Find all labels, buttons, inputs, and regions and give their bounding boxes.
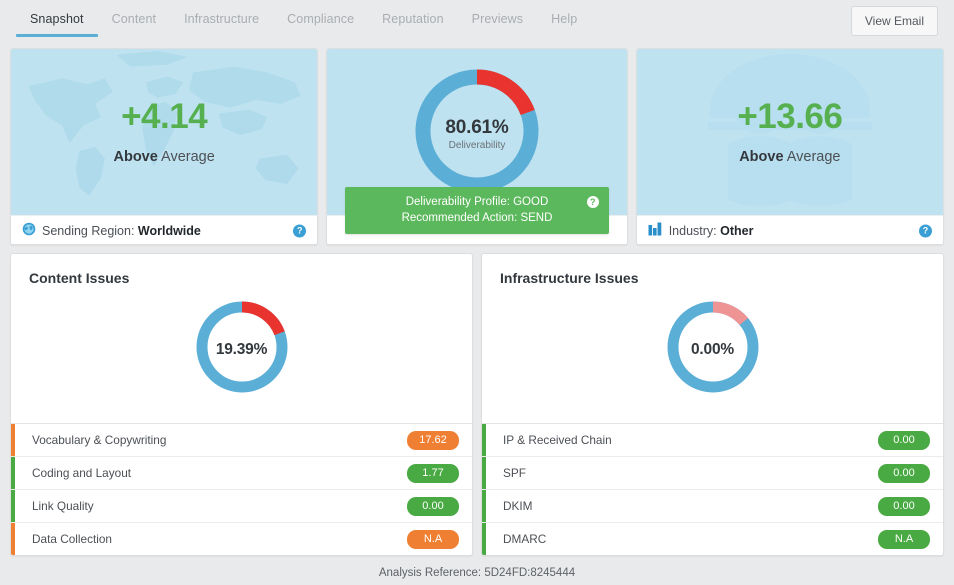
industry-score: +13.66 [737, 97, 843, 136]
donut-wrap: 0.00% [658, 292, 768, 407]
region-score: +4.14 [121, 97, 208, 136]
panel-donut-chart: 19.39% [11, 286, 472, 436]
deliverability-help-icon[interactable]: ? [586, 196, 599, 208]
table-row[interactable]: Vocabulary & Copywriting 17.62 [11, 423, 472, 456]
row-status-edge [11, 490, 15, 522]
region-footer-value: Worldwide [137, 223, 201, 238]
sending-region-card: +4.14 Above Average Sending Region: Worl… [10, 48, 319, 245]
row-label: Link Quality [32, 499, 94, 513]
row-label: DKIM [503, 499, 533, 513]
snapshot-page: Snapshot Content Infrastructure Compliance R… [0, 0, 954, 585]
industry-card: +13.66 Above Average Industry: Other ? [635, 48, 944, 245]
view-email-button[interactable]: View Email [850, 6, 938, 36]
industry-card-visual: +13.66 Above Average [636, 49, 943, 215]
issues-panels-row: Content Issues 19.39% Vocabulary & Copywri… [10, 253, 944, 556]
industry-help-icon[interactable]: ? [919, 224, 932, 237]
row-score-badge: 0.00 [878, 463, 930, 483]
panel-title: Infrastructure Issues [500, 270, 639, 286]
tab-snapshot[interactable]: Snapshot [16, 0, 98, 37]
industry-score-label: Above Average [637, 149, 943, 165]
issues-panel-1: Infrastructure Issues 0.00% IP & Received … [481, 253, 944, 556]
row-status-edge [11, 424, 15, 456]
tab-content[interactable]: Content [98, 0, 170, 37]
region-score-label: Above Average [11, 149, 317, 165]
tab-help[interactable]: Help [537, 0, 591, 37]
table-row[interactable]: Link Quality 0.00 [11, 489, 472, 522]
row-label: Coding and Layout [32, 466, 132, 480]
deliverability-profile-line: Deliverability Profile: GOOD [405, 196, 549, 208]
tab-compliance[interactable]: Compliance [273, 0, 368, 37]
industry-score-label-rest: Average [783, 149, 841, 165]
row-status-edge [482, 523, 486, 555]
row-label: SPF [503, 466, 526, 480]
top-tab-bar: Snapshot Content Infrastructure Compliance R… [0, 0, 954, 41]
table-row[interactable]: DKIM 0.00 [482, 489, 943, 522]
globe-icon [22, 222, 36, 239]
region-score-label-rest: Average [157, 149, 215, 165]
row-status-edge [482, 490, 486, 522]
panel-donut-chart: 0.00% [482, 286, 943, 436]
region-footer-text: Sending Region: Worldwide [42, 224, 201, 238]
row-status-edge [11, 457, 15, 489]
analysis-reference-footer: Analysis Reference: 5D24FD:8245444 [378, 567, 576, 579]
industry-footer-label: Industry: [668, 223, 721, 238]
deliverability-card: 80.61% Deliverability Deliverability Pro… [326, 48, 628, 245]
row-score-badge: 17.62 [407, 430, 459, 450]
panel-title: Content Issues [29, 270, 130, 286]
row-label: IP & Received Chain [503, 433, 612, 447]
deliverability-banner: Deliverability Profile: GOOD Recommended… [345, 187, 609, 234]
deliverability-donut: 80.61% Deliverability [407, 61, 547, 206]
tab-infrastructure[interactable]: Infrastructure [170, 0, 273, 37]
table-row[interactable]: DMARC N.A [482, 522, 943, 555]
row-status-edge [482, 424, 486, 456]
issues-row-list: Vocabulary & Copywriting 17.62 Coding and … [11, 423, 472, 555]
table-row[interactable]: IP & Received Chain 0.00 [482, 423, 943, 456]
issues-row-list: IP & Received Chain 0.00 SPF 0.00 DKIM 0.00 DM… [482, 423, 943, 555]
industry-score-label-strong: Above [739, 149, 784, 165]
region-card-footer: Sending Region: Worldwide ? [11, 215, 318, 244]
region-card-visual: +4.14 Above Average [11, 49, 318, 215]
donut-wrap: 19.39% [187, 292, 297, 407]
row-score-badge: N.A [878, 529, 930, 549]
tab-previews[interactable]: Previews [458, 0, 538, 37]
region-score-label-strong: Above [113, 149, 158, 165]
row-label: DMARC [503, 532, 547, 546]
tab-reputation[interactable]: Reputation [368, 0, 457, 37]
region-help-icon[interactable]: ? [293, 224, 307, 237]
tab-list: Snapshot Content Infrastructure Compliance R… [16, 0, 591, 41]
row-score-badge: 0.00 [407, 496, 459, 516]
industry-footer-text: Industry: Other [669, 224, 754, 238]
region-footer-label: Sending Region: [42, 223, 138, 238]
row-status-edge [11, 523, 15, 555]
issues-panel-0: Content Issues 19.39% Vocabulary & Copywri… [10, 253, 473, 556]
recommended-action-line: Recommended Action: SEND [401, 212, 553, 224]
bar-chart-icon [648, 222, 663, 239]
table-row[interactable]: Coding and Layout 1.77 [11, 456, 472, 489]
row-status-edge [482, 457, 486, 489]
table-row[interactable]: SPF 0.00 [482, 456, 943, 489]
row-score-badge: 0.00 [878, 430, 930, 450]
row-label: Vocabulary & Copywriting [32, 433, 167, 447]
row-label: Data Collection [32, 532, 112, 546]
row-score-badge: 0.00 [878, 496, 930, 516]
industry-card-footer: Industry: Other ? [636, 215, 943, 244]
industry-footer-value: Other [720, 223, 754, 238]
summary-cards-row: +4.14 Above Average Sending Region: Worl… [10, 48, 944, 245]
row-score-badge: N.A [407, 529, 459, 549]
row-score-badge: 1.77 [407, 463, 459, 483]
table-row[interactable]: Data Collection N.A [11, 522, 472, 555]
